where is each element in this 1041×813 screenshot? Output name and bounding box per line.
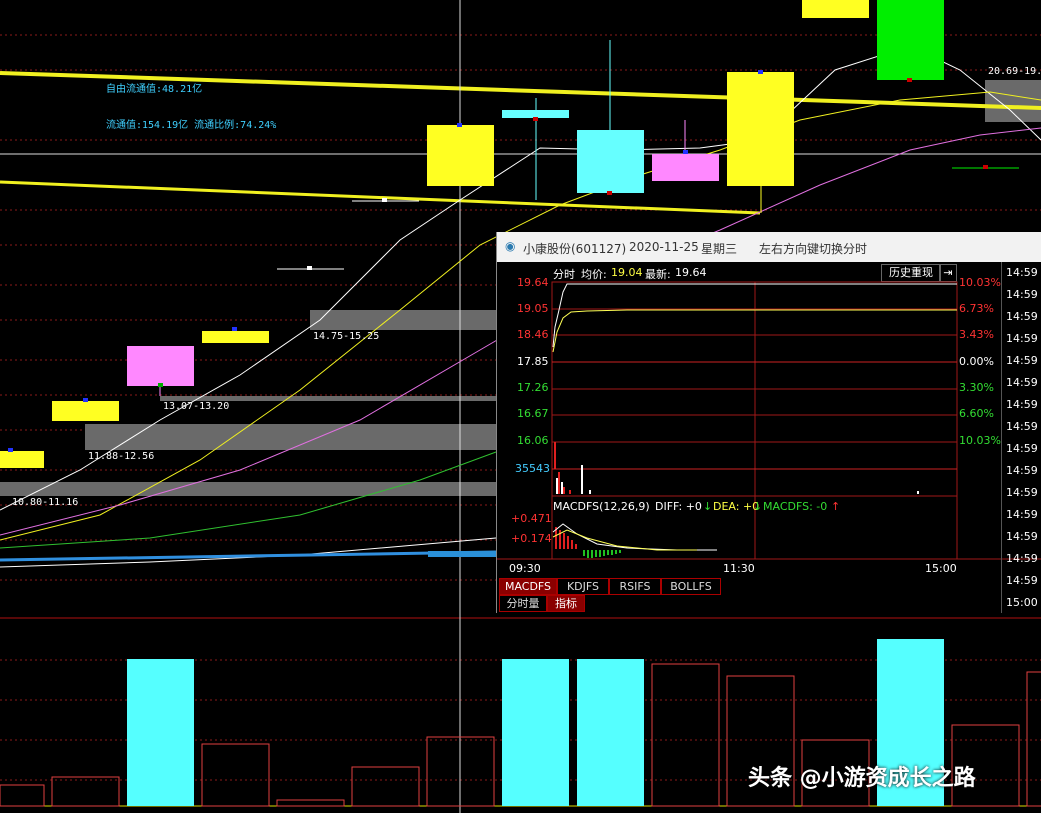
macd-title: MACDFS(12,26,9) <box>553 500 650 513</box>
pct-label-5: 3.30% <box>959 381 994 394</box>
tick-time: 14:59 <box>1006 310 1038 323</box>
watermark: 头条 @小游资成长之路 <box>748 766 976 791</box>
price-label-4: 17.85 <box>517 355 549 368</box>
tick-time: 14:59 <box>1006 266 1038 279</box>
tab-macdfs[interactable]: MACDFS <box>499 578 557 595</box>
tick-time: 14:59 <box>1006 332 1038 345</box>
tick-time: 14:59 <box>1006 376 1038 389</box>
tick-time: 14:59 <box>1006 354 1038 367</box>
pct-label-4: 0.00% <box>959 355 994 368</box>
price-label-6: 16.67 <box>517 407 549 420</box>
price-label-3: 18.46 <box>517 328 549 341</box>
tick-time: 14:59 <box>1006 486 1038 499</box>
time-label-close: 15:00 <box>925 562 957 575</box>
price-label-5: 17.26 <box>517 381 549 394</box>
diff-down-arrow-icon: ↓ <box>703 500 713 513</box>
pct-label-1: 10.03% <box>959 276 1001 289</box>
zone-label-5: 20.69-19. <box>988 66 1041 77</box>
zone-label-2: 11.88-12.56 <box>88 451 155 462</box>
macd-upper-label: +0.471 <box>511 512 552 525</box>
macd-value: MACDFS: -0 <box>763 500 828 513</box>
tick-time: 14:59 <box>1006 420 1038 433</box>
zone-label-4: 14.75-15.25 <box>313 331 380 342</box>
intraday-chart <box>497 281 1041 560</box>
price-label-1: 19.64 <box>517 276 549 289</box>
tick-time: 14:59 <box>1006 464 1038 477</box>
price-label-2: 19.05 <box>517 302 549 315</box>
zone-label-3: 13.07-13.20 <box>163 401 230 412</box>
pct-label-2: 6.73% <box>959 302 994 315</box>
tab-volume[interactable]: 分时量 <box>499 595 547 612</box>
tab-bollfs[interactable]: BOLLFS <box>661 578 721 595</box>
ma-blue <box>0 550 497 562</box>
tick-time: 14:59 <box>1006 442 1038 455</box>
tick-time-list[interactable]: 14:59 14:59 14:59 14:59 14:59 14:59 14:5… <box>1001 262 1041 613</box>
macd-diff: DIFF: +0 <box>655 500 702 513</box>
price-label-7: 16.06 <box>517 434 549 447</box>
pct-label-7: 10.03% <box>959 434 1001 447</box>
zone-label-1: 10.80-11.16 <box>12 497 79 508</box>
tab-kdjfs[interactable]: KDJFS <box>557 578 609 595</box>
tick-time: 14:59 <box>1006 574 1038 587</box>
pct-label-3: 3.43% <box>959 328 994 341</box>
circulation-label: 流通值:154.19亿 流通比例:74.24% <box>106 120 277 131</box>
tick-time: 14:59 <box>1006 508 1038 521</box>
tick-time: 14:59 <box>1006 552 1038 565</box>
macd-up-arrow-icon: ↑ <box>831 500 841 513</box>
trendline-lower <box>0 180 761 215</box>
time-label-open: 09:30 <box>509 562 541 575</box>
tick-time: 15:00 <box>1006 596 1038 609</box>
dea-down-arrow-icon: ↓ <box>753 500 763 513</box>
float-value-label: 自由流通值:48.21亿 <box>106 84 203 95</box>
intraday-popup[interactable]: ◉ 小康股份(601127) 2020-11-25 星期三 左右方向键切换分时 … <box>496 232 1041 613</box>
ma-blue-segment <box>428 551 496 557</box>
pct-label-6: 6.60% <box>959 407 994 420</box>
tab-rsifs[interactable]: RSIFS <box>609 578 661 595</box>
tick-time: 14:59 <box>1006 288 1038 301</box>
macd-lower-label: +0.174 <box>511 532 552 545</box>
tab-indicator[interactable]: 指标 <box>547 595 585 612</box>
tick-time: 14:59 <box>1006 530 1038 543</box>
time-label-noon: 11:30 <box>723 562 755 575</box>
volume-max-label: 35543 <box>515 462 550 475</box>
tick-time: 14:59 <box>1006 398 1038 411</box>
